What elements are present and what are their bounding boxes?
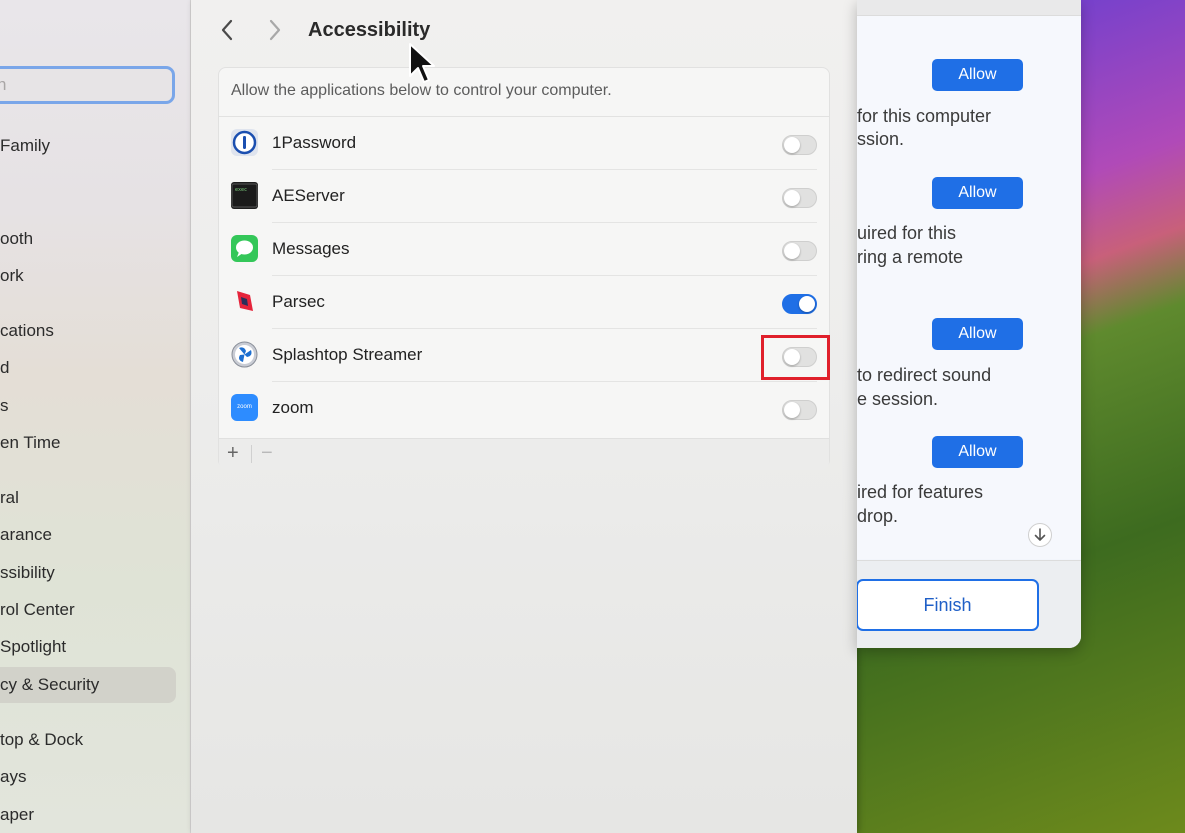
- sidebar-item-focus[interactable]: s: [0, 388, 176, 424]
- dialog-text: to redirect sound: [857, 365, 992, 385]
- list-item-1password: 1Password: [219, 117, 829, 170]
- back-button[interactable]: [215, 18, 239, 46]
- remove-app-button[interactable]: −: [261, 442, 273, 464]
- app-name: Messages: [272, 239, 350, 258]
- dialog-text: uired for this: [857, 223, 957, 243]
- zoom-icon: zoom: [231, 394, 258, 421]
- sidebar-item-privacy-security[interactable]: cy & Security: [0, 667, 176, 703]
- sidebar-item-siri-spotlight[interactable]: Spotlight: [0, 629, 176, 665]
- dialog-text: ring a remote: [857, 247, 964, 267]
- dialog-content: Allow for this computer ssion. Allow uir…: [857, 16, 1081, 559]
- app-name: Splashtop Streamer: [272, 345, 423, 364]
- splashtop-icon: [231, 341, 258, 368]
- app-name: Parsec: [272, 292, 325, 311]
- chevron-left-icon: [221, 19, 233, 41]
- allow-button-4[interactable]: Allow: [932, 436, 1023, 468]
- sidebar-item-notifications[interactable]: cations: [0, 313, 176, 349]
- chevron-right-icon: [269, 19, 281, 41]
- svg-text:exec: exec: [235, 187, 247, 193]
- accessibility-apps-panel: Allow the applications below to control …: [218, 67, 830, 470]
- dialog-text: e session.: [857, 389, 939, 409]
- dialog-text: drop.: [857, 506, 899, 526]
- sidebar-item-screen-time[interactable]: en Time: [0, 425, 176, 461]
- 1password-icon: [231, 129, 258, 156]
- panel-footer: + −: [219, 438, 829, 470]
- list-item-parsec: Parsec: [219, 276, 829, 329]
- toggle-aeserver[interactable]: [782, 188, 817, 208]
- parsec-icon: [231, 288, 258, 315]
- sidebar-item-family[interactable]: Family: [0, 128, 176, 164]
- sidebar-item-control-center[interactable]: rol Center: [0, 592, 176, 628]
- dialog-text: for this computer: [857, 106, 992, 126]
- dialog-text: ssion.: [857, 129, 905, 149]
- add-app-button[interactable]: +: [227, 442, 239, 464]
- toggle-parsec[interactable]: [782, 294, 817, 314]
- finish-button[interactable]: Finish: [857, 579, 1039, 631]
- permissions-dialog: Allow for this computer ssion. Allow uir…: [857, 0, 1081, 648]
- app-name: zoom: [272, 398, 314, 417]
- toggle-messages[interactable]: [782, 241, 817, 261]
- terminal-icon: exec: [231, 182, 258, 209]
- sidebar-item-bluetooth[interactable]: ooth: [0, 221, 176, 257]
- allow-button-1[interactable]: Allow: [932, 59, 1023, 91]
- sidebar-item-appearance[interactable]: arance: [0, 517, 176, 553]
- allow-button-3[interactable]: Allow: [932, 318, 1023, 350]
- sidebar-item-desktop-dock[interactable]: top & Dock: [0, 722, 176, 758]
- dialog-footer: Finish: [857, 560, 1081, 648]
- sidebar-item-sound[interactable]: d: [0, 350, 176, 386]
- list-item-messages: Messages: [219, 223, 829, 276]
- mouse-cursor-icon: [409, 43, 435, 83]
- list-item-splashtop-streamer: Splashtop Streamer: [219, 329, 829, 382]
- page-title: Accessibility: [308, 19, 431, 41]
- highlight-box: [761, 335, 830, 380]
- dialog-text: ired for features: [857, 482, 984, 502]
- toggle-zoom[interactable]: [782, 400, 817, 420]
- app-name: 1Password: [272, 133, 357, 152]
- toggle-1password[interactable]: [782, 135, 817, 155]
- list-item-aeserver: exec AEServer: [219, 170, 829, 223]
- sidebar-item-network[interactable]: ork: [0, 258, 176, 294]
- sidebar: h Family ooth ork cations d s en Time ra…: [0, 0, 191, 833]
- arrow-down-icon: [1034, 528, 1046, 541]
- forward-button[interactable]: [263, 18, 287, 46]
- main-pane: Accessibility Allow the applications bel…: [191, 0, 857, 833]
- search-input[interactable]: h: [0, 66, 175, 104]
- scroll-down-button[interactable]: [1028, 523, 1052, 547]
- sidebar-item-wallpaper[interactable]: aper: [0, 797, 176, 833]
- allow-button-2[interactable]: Allow: [932, 177, 1023, 209]
- sidebar-item-accessibility[interactable]: ssibility: [0, 555, 176, 591]
- sidebar-item-displays[interactable]: ays: [0, 759, 176, 795]
- dialog-header: [857, 0, 1081, 16]
- list-item-zoom: zoom zoom: [219, 382, 829, 435]
- sidebar-item-general[interactable]: ral: [0, 480, 176, 516]
- messages-icon: [231, 235, 258, 262]
- app-name: AEServer: [272, 186, 345, 205]
- divider: [251, 445, 252, 463]
